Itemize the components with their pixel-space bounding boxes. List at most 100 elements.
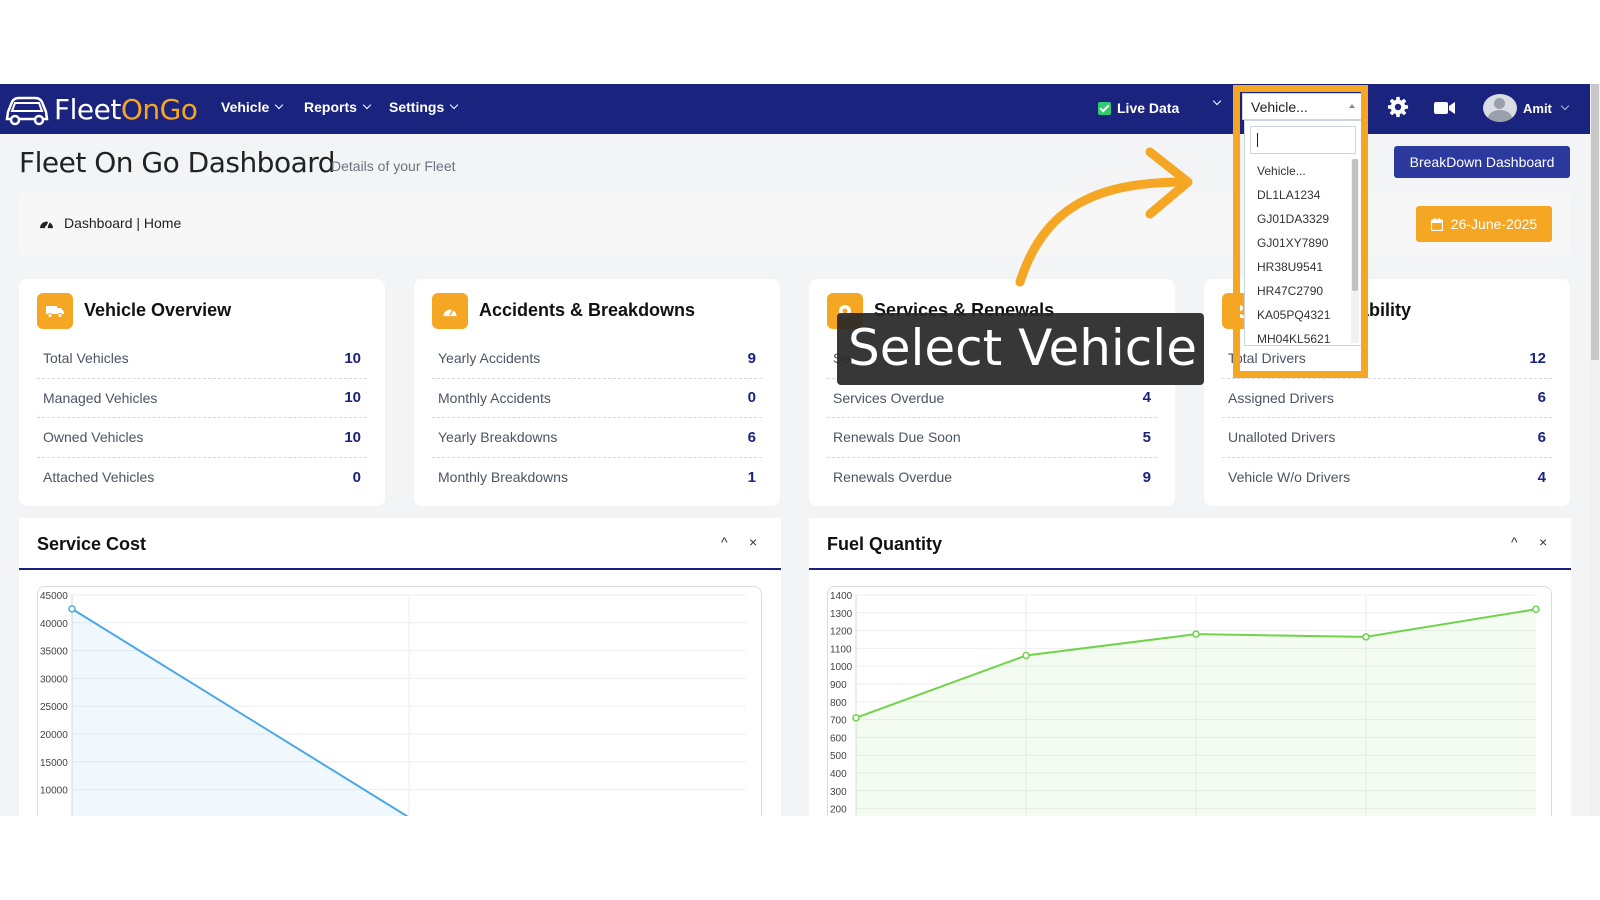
fuel-quantity-chart-svg: 1400 1300 1200 1100 1000 900 800 700 600 500 400 30…: [830, 591, 1540, 816]
vehicle-option[interactable]: Vehicle...: [1245, 159, 1361, 183]
y-tick-label: 800: [830, 698, 847, 709]
row-label: Attached Vehicles: [43, 469, 155, 486]
brand-logo[interactable]: FleetOnGo: [4, 90, 198, 128]
brand-highlight: OnGo: [120, 92, 198, 126]
y-tick-label: 1300: [830, 609, 853, 620]
card-rows: Total Vehicles 10 Managed Vehicles 10 Owne…: [37, 339, 367, 497]
row-value: 9: [1142, 468, 1151, 486]
data-point: [1022, 651, 1030, 660]
nav-menu-label: Settings: [389, 99, 445, 115]
card-row: Monthly Accidents 0: [432, 379, 762, 418]
y-tick-label: 700: [830, 716, 847, 727]
row-label: Unalloted Drivers: [1228, 429, 1336, 446]
page-subtitle: Details of your Fleet: [331, 158, 456, 174]
vehicle-overview-card: Vehicle Overview Total Vehicles 10 Manage…: [19, 279, 385, 506]
vehicle-option[interactable]: HR38U9541: [1245, 255, 1361, 279]
chevron-down-icon: [275, 100, 284, 110]
vehicle-option[interactable]: GJ01DA3329: [1245, 207, 1361, 231]
vehicle-option[interactable]: DL1LA1234: [1245, 183, 1361, 207]
vehicle-options-list: Vehicle... DL1LA1234 GJ01DA3329 GJ01XY78…: [1245, 159, 1361, 351]
panel-header: Fuel Quantity ^ ×: [809, 518, 1571, 570]
card-row: Yearly Breakdowns 6: [432, 418, 762, 458]
y-tick-label: 40000: [40, 619, 68, 630]
chevron-down-icon: [449, 100, 459, 110]
row-label: Total Drivers: [1228, 350, 1306, 367]
page-title: Fleet On Go Dashboard: [19, 146, 336, 179]
collapse-icon[interactable]: ^: [721, 534, 728, 550]
vehicle-option[interactable]: HR47C2790: [1245, 279, 1361, 303]
close-icon[interactable]: ×: [749, 534, 757, 550]
vehicle-search-input[interactable]: [1250, 126, 1356, 154]
card-title: Accidents & Breakdowns: [479, 300, 696, 320]
vehicle-dropdown[interactable]: Vehicle... DL1LA1234 GJ01DA3329 GJ01XY78…: [1244, 120, 1362, 346]
row-value: 9: [747, 349, 756, 367]
y-tick-label: 45000: [40, 591, 68, 602]
video-camera-icon[interactable]: [1434, 100, 1456, 116]
y-tick-label: 15000: [40, 758, 68, 769]
row-value: 4: [1537, 468, 1546, 486]
close-icon[interactable]: ×: [1539, 534, 1547, 550]
card-row: Total Vehicles 10: [37, 339, 367, 379]
row-value: 0: [352, 468, 361, 486]
row-label: Vehicle W/o Drivers: [1228, 469, 1351, 486]
data-point: [1362, 633, 1370, 641]
series-area: [856, 609, 1536, 816]
card-row: Monthly Breakdowns 1: [432, 458, 762, 498]
row-label: Monthly Accidents: [438, 389, 551, 406]
y-tick-label: 200: [830, 805, 847, 816]
row-label: Renewals Overdue: [833, 469, 953, 486]
service-cost-chart-svg: 45000 40000 35000 30000 25000 20000 15000 10000: [40, 591, 746, 816]
y-tick-label: 600: [830, 733, 847, 744]
data-point: [852, 714, 860, 722]
date-picker[interactable]: 26-June-2025: [1416, 206, 1552, 242]
chevron-down-icon[interactable]: [1212, 96, 1222, 106]
user-menu[interactable]: Amit: [1483, 94, 1570, 122]
card-row: Renewals Overdue 9: [827, 458, 1157, 498]
nav-menu-settings[interactable]: Settings: [389, 99, 459, 115]
row-value: 5: [1142, 428, 1151, 446]
gear-icon[interactable]: [1387, 96, 1409, 118]
data-point: [68, 605, 76, 613]
brand-prefix: Fleet: [54, 92, 121, 126]
card-row: Owned Vehicles 10: [37, 418, 367, 458]
card-row: Attached Vehicles 0: [37, 458, 367, 498]
vehicle-option[interactable]: GJ01XY7890: [1245, 231, 1361, 255]
dropdown-scrollbar[interactable]: [1351, 159, 1359, 343]
panel-title: Service Cost: [37, 534, 147, 554]
row-value: 10: [344, 349, 361, 367]
breadcrumb-text[interactable]: Dashboard | Home: [64, 215, 181, 231]
y-tick-label: 1000: [830, 662, 853, 673]
row-label: Yearly Breakdowns: [438, 429, 558, 446]
row-value: 1: [747, 468, 756, 486]
nav-menu-reports[interactable]: Reports: [304, 99, 372, 115]
data-point: [1532, 605, 1540, 613]
data-point: [1192, 630, 1200, 638]
car-icon: [5, 96, 49, 126]
row-label: Monthly Breakdowns: [438, 469, 568, 486]
y-tick-label: 20000: [40, 730, 68, 741]
row-label: Yearly Accidents: [438, 350, 541, 367]
row-value: 0: [747, 389, 756, 407]
nav-menu-label: Vehicle: [221, 99, 270, 115]
row-label: Managed Vehicles: [43, 389, 158, 406]
truck-icon: [37, 293, 73, 329]
breakdown-dashboard-button[interactable]: BreakDown Dashboard: [1394, 146, 1570, 178]
panel-title: Fuel Quantity: [827, 534, 943, 554]
vehicle-select[interactable]: Vehicle...: [1242, 93, 1362, 120]
fuel-quantity-panel: Fuel Quantity ^ × 1400 1300 1200 1100 1000 90…: [809, 518, 1571, 816]
y-tick-label: 1400: [830, 591, 853, 602]
nav-menu-vehicle[interactable]: Vehicle: [221, 99, 284, 115]
vehicle-option[interactable]: MH04KL5621: [1245, 327, 1361, 351]
chevron-down-icon: [362, 100, 372, 110]
live-data-toggle[interactable]: Live Data: [1098, 100, 1179, 116]
y-tick-label: 900: [830, 680, 847, 691]
row-label: Assigned Drivers: [1228, 389, 1334, 406]
row-value: 6: [1537, 389, 1546, 407]
service-cost-panel: Service Cost ^ × 45000 40000 35000 30000 250…: [19, 518, 781, 816]
vehicle-select-value: Vehicle...: [1251, 99, 1308, 115]
vehicle-option[interactable]: KA05PQ4321: [1245, 303, 1361, 327]
checkbox-checked-icon[interactable]: [1098, 101, 1111, 115]
collapse-icon[interactable]: ^: [1511, 534, 1518, 550]
callout-text: Select Vehicle: [848, 319, 1197, 377]
page-scrollbar[interactable]: [1590, 84, 1600, 816]
